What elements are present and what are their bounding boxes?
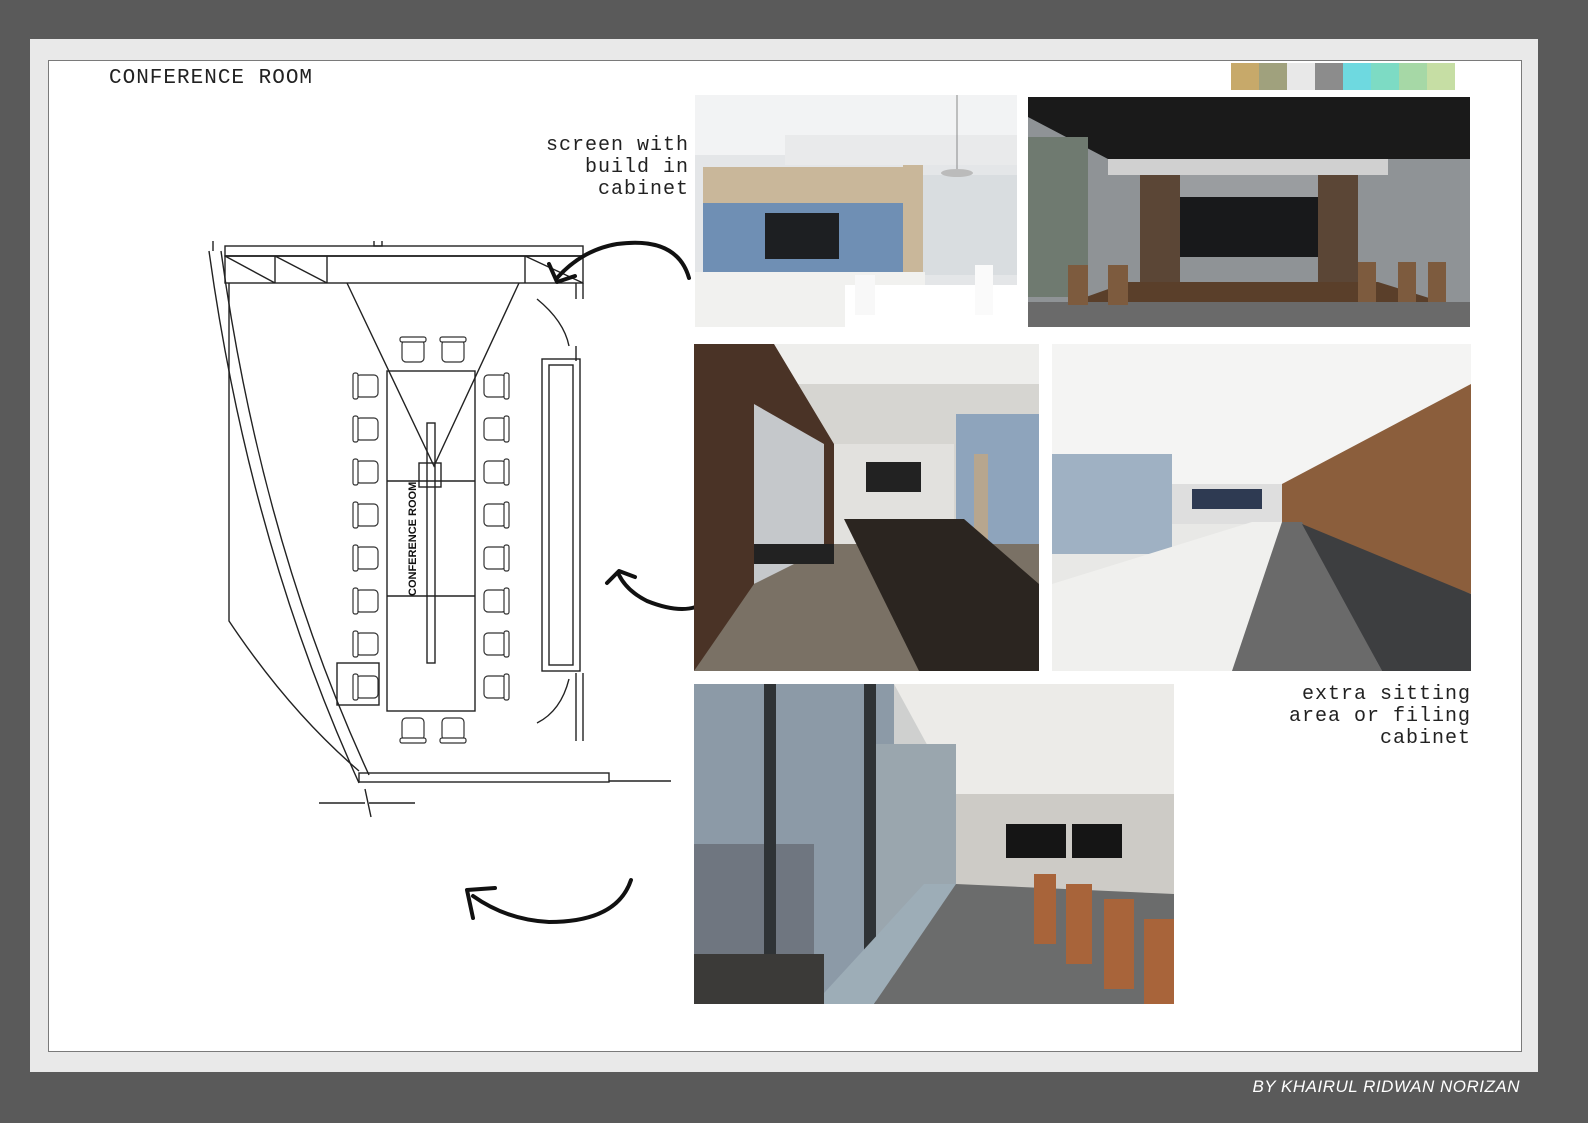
photo-long-white-table [1052,344,1471,671]
photo-wood-wall-room [694,344,1039,671]
plan-chair-icon [483,415,510,443]
note-extra-sitting: extra sitting area or filing cabinet [1288,683,1471,750]
plan-chair-icon [352,415,379,443]
photo-screen-cabinet [695,95,1017,327]
plan-chair-icon [352,501,379,529]
note-screen-cabinet: screen with build in cabinet [545,134,689,201]
palette-swatch [1343,63,1371,90]
plan-chair-icon [352,587,379,615]
plan-chair-icon [483,372,510,400]
palette-swatch [1427,63,1455,90]
page-title: CONFERENCE ROOM [109,67,314,90]
board-panel: CONFERENCE ROOM screen with build in cab… [48,60,1522,1052]
plan-chair-icon [399,336,427,363]
plan-chair-icon [483,587,510,615]
plan-chair-icon [352,544,379,572]
plan-chair-icon [483,544,510,572]
photo-dark-ceiling-room [1028,97,1470,327]
plan-chair-icon [399,717,427,744]
plan-chair-icon [483,673,510,701]
presentation-board: CONFERENCE ROOM screen with build in cab… [30,39,1538,1072]
palette-swatch [1259,63,1287,90]
plan-chair-icon [352,630,379,658]
plan-chair-icon [352,673,379,701]
plan-chair-icon [439,717,467,744]
plan-chair-icon [483,501,510,529]
plan-chair-icon [483,458,510,486]
plan-chair-icon [352,458,379,486]
palette-swatch [1315,63,1343,90]
plan-chair-icon [439,336,467,363]
arrow-to-entrance-icon [465,878,633,925]
arrow-to-screen-icon [547,240,691,284]
palette-swatch [1371,63,1399,90]
palette-swatch [1231,63,1259,90]
plan-room-label: CONFERENCE ROOM [407,482,419,596]
photo-window-bench-room [694,684,1174,1004]
palette-swatch [1287,63,1315,90]
palette-swatch [1399,63,1427,90]
author-credit: BY KHAIRUL RIDWAN NORIZAN [1252,1077,1520,1096]
color-palette [1231,63,1455,90]
plan-chair-icon [352,372,379,400]
plan-chair-icon [483,630,510,658]
